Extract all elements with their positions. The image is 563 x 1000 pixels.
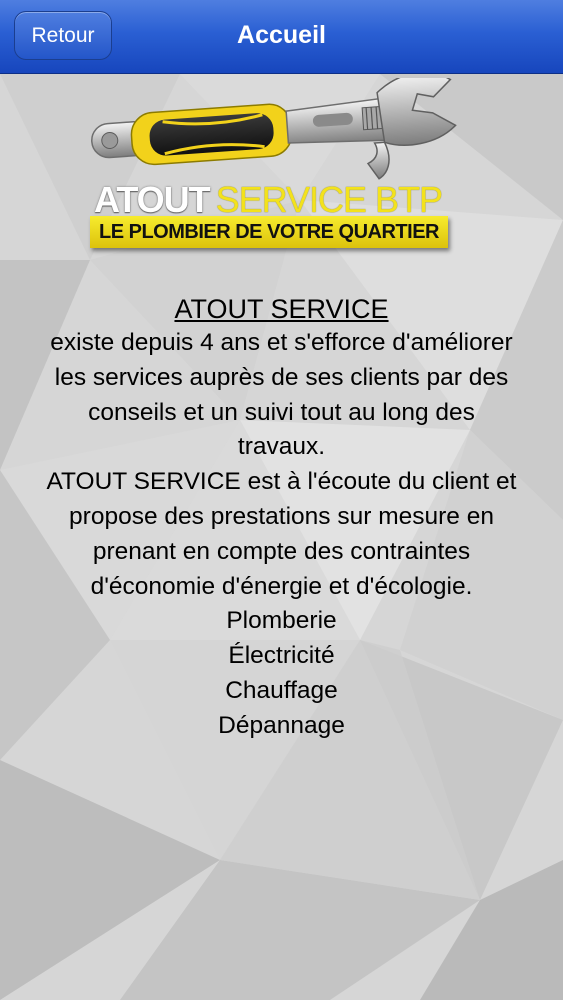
content-line: existe depuis 4 ans et s'efforce d'améli… xyxy=(50,329,513,356)
content-line: prenant en compte des contraintes xyxy=(92,537,471,565)
content-line: travaux. xyxy=(237,433,326,461)
content-line: les services auprès de ses clients par d… xyxy=(54,363,509,391)
content-line: d'économie d'énergie et d'écologie. xyxy=(90,572,473,600)
back-button[interactable]: Retour xyxy=(14,11,112,60)
main-content: ATOUT SERVICE existe depuis 4 ans et s'e… xyxy=(6,292,557,744)
navigation-bar: Retour Accueil xyxy=(0,0,563,74)
content-line: conseils et un suivi tout au long des xyxy=(88,398,475,426)
service-item-chauffage: Chauffage xyxy=(225,676,338,704)
app-screen: Retour Accueil ATOUT SERVICE BTP LE PLOM… xyxy=(0,0,563,1000)
content-line: propose des prestations sur mesure en xyxy=(69,502,494,530)
service-item-plomberie: Plomberie xyxy=(226,607,337,635)
content-line: ATOUT SERVICE est à l'écoute du client e… xyxy=(46,468,517,496)
service-item-electricite: Électricité xyxy=(228,642,335,670)
logo-tagline: LE PLOMBIER DE VOTRE QUARTIER xyxy=(90,216,448,248)
brand-logo: ATOUT SERVICE BTP xyxy=(94,180,454,220)
logo-word-atout: ATOUT xyxy=(94,179,211,220)
content-heading: ATOUT SERVICE xyxy=(174,294,389,324)
page-title: Accueil xyxy=(237,21,326,49)
service-item-depannage: Dépannage xyxy=(218,711,345,739)
logo-word-service-btp: SERVICE BTP xyxy=(215,179,443,220)
